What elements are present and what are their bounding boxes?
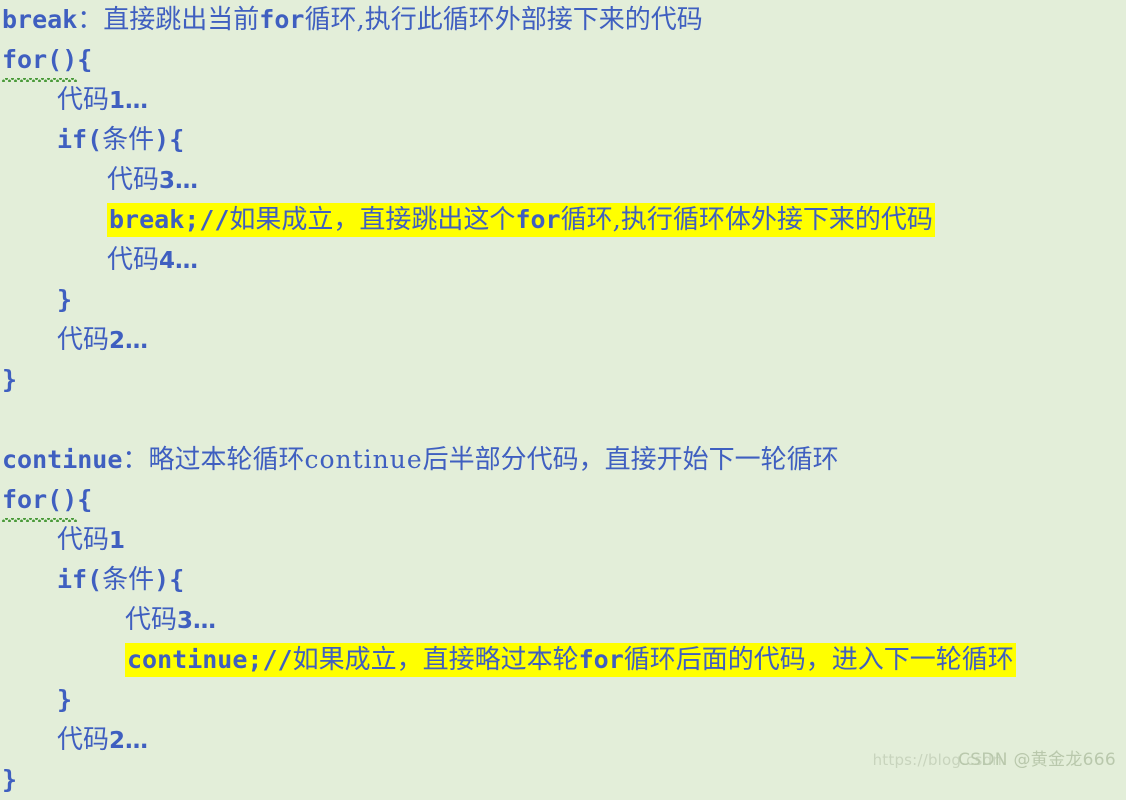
continue-statement-line: continue;//如果成立，直接略过本轮for循环后面的代码，进入下一轮循环	[0, 640, 1126, 680]
code3-number: 3	[159, 168, 176, 194]
continue-header-desc-after: 后半部分代码，直接开始下一轮循环	[422, 445, 839, 475]
break-for-open-line: for(){	[0, 40, 1126, 82]
if-close: ){	[154, 125, 185, 154]
if-open: if(	[57, 125, 103, 154]
break-header-line: break：直接跳出当前for循环,执行此循环外部接下来的代码	[0, 0, 1126, 40]
code2-label: 代码	[57, 325, 110, 355]
code3-label: 代码	[107, 165, 160, 195]
code1-ellipsis: …	[125, 88, 148, 114]
continue-code3-line: 代码3…	[0, 600, 1126, 640]
code1-label-2: 代码	[57, 525, 110, 555]
continue-inner-close-line: }	[0, 680, 1126, 720]
break-code3-line: 代码3…	[0, 160, 1126, 200]
if-close-2: ){	[154, 565, 185, 594]
break-header-desc-after: 循环,执行此循环外部接下来的代码	[304, 5, 703, 35]
code2-ellipsis: …	[125, 328, 148, 354]
continue-comment-for-keyword: for	[578, 645, 624, 674]
if-condition-label: 条件	[102, 125, 155, 155]
break-outer-close-line: }	[0, 360, 1126, 400]
code4-label: 代码	[107, 245, 160, 275]
continue-statement: continue;//	[127, 645, 293, 674]
if-condition-label-2: 条件	[102, 565, 155, 595]
break-statement-line: break;//如果成立，直接跳出这个for循环,执行循环体外接下来的代码	[0, 200, 1126, 240]
code2-ellipsis-2: …	[125, 728, 148, 754]
continue-statement-highlight: continue;//如果成立，直接略过本轮for循环后面的代码，进入下一轮循环	[125, 643, 1016, 677]
break-statement: break;//	[109, 205, 230, 234]
code3-ellipsis: …	[175, 168, 198, 194]
code3-label-2: 代码	[125, 605, 178, 635]
code4-ellipsis: …	[175, 248, 198, 274]
outer-closing-brace-2: }	[2, 765, 18, 794]
break-code1-line: 代码1…	[0, 80, 1126, 120]
continue-code1-line: 代码1	[0, 520, 1126, 560]
continue-comment-part-a: 如果成立，直接略过本轮	[292, 645, 579, 675]
continue-keyword: continue	[2, 445, 123, 474]
code2-label-2: 代码	[57, 725, 110, 755]
continue-comment-part-b: 循环后面的代码，进入下一轮循环	[623, 645, 1014, 675]
break-header-desc-before: 直接跳出当前	[103, 5, 260, 35]
continue-for-open-line: for(){	[0, 480, 1126, 522]
break-header-inline-for: for	[259, 5, 305, 34]
break-comment-part-a: 如果成立，直接跳出这个	[229, 205, 516, 235]
break-inner-close-line: }	[0, 280, 1126, 320]
continue-header-line: continue：略过本轮循环continue后半部分代码，直接开始下一轮循环	[0, 440, 1126, 480]
code1-label: 代码	[57, 85, 110, 115]
code3-ellipsis-2: …	[193, 608, 216, 634]
continue-header-colon: ：	[122, 445, 149, 475]
code1-number: 1	[109, 88, 126, 114]
for-open-brace: {	[77, 45, 93, 74]
break-if-line: if(条件){	[0, 120, 1126, 160]
inner-closing-brace: }	[57, 285, 73, 314]
outer-closing-brace: }	[2, 365, 18, 394]
break-statement-highlight: break;//如果成立，直接跳出这个for循环,执行循环体外接下来的代码	[107, 203, 935, 237]
continue-header-desc-before: 略过本轮循环	[148, 445, 305, 475]
code4-number: 4	[159, 248, 176, 274]
continue-header-inline-continue: continue	[304, 445, 423, 474]
break-code4-line: 代码4…	[0, 240, 1126, 280]
code3-number-2: 3	[177, 608, 194, 634]
break-keyword: break	[2, 5, 78, 34]
code2-number-2: 2	[109, 728, 126, 754]
break-comment-for-keyword: for	[515, 205, 561, 234]
for-statement-misspelled: for()	[2, 40, 78, 82]
continue-if-line: if(条件){	[0, 560, 1126, 600]
slide-canvas: break：直接跳出当前for循环,执行此循环外部接下来的代码 for(){ 代…	[0, 0, 1126, 794]
for-statement-misspelled-2: for()	[2, 480, 78, 522]
inner-closing-brace-2: }	[57, 685, 73, 714]
if-open-2: if(	[57, 565, 103, 594]
code-listing: break：直接跳出当前for循环,执行此循环外部接下来的代码 for(){ 代…	[0, 0, 1126, 800]
for-open-brace-2: {	[77, 485, 93, 514]
code2-number: 2	[109, 328, 126, 354]
break-comment-part-b: 循环,执行循环体外接下来的代码	[560, 205, 933, 235]
break-code2-line: 代码2…	[0, 320, 1126, 360]
watermark-author-tag: CSDN @黄金龙666	[958, 750, 1116, 770]
code1-number-2: 1	[109, 528, 126, 554]
break-header-colon: ：	[77, 5, 104, 35]
